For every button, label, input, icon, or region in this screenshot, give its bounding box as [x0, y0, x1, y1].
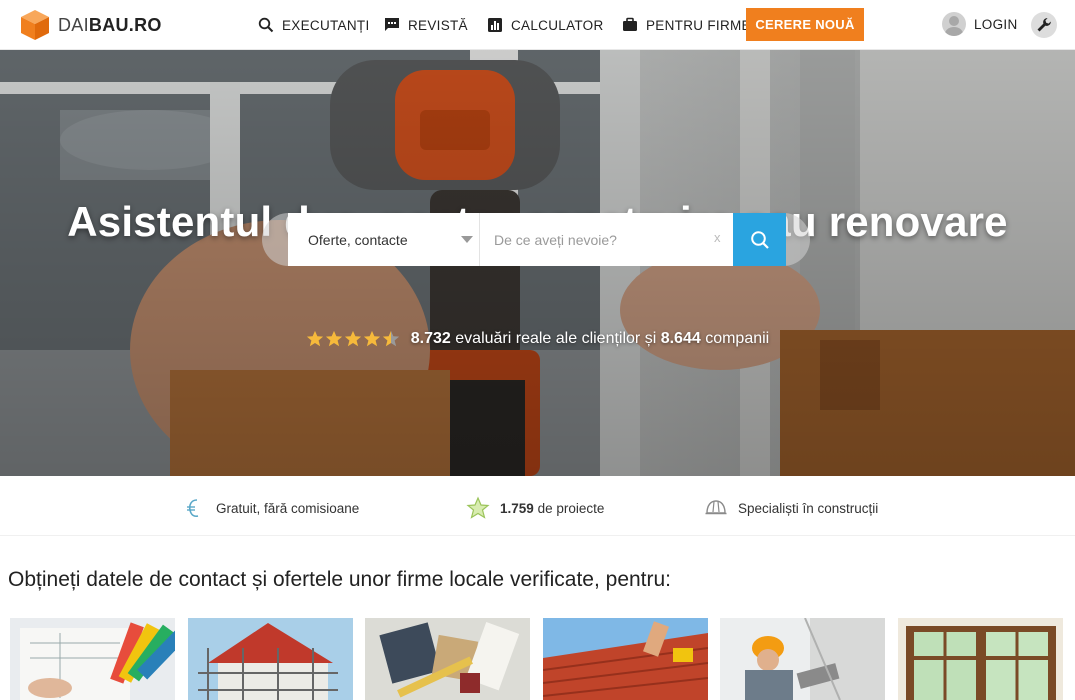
wrench-icon [1037, 18, 1051, 32]
feature-specialists-text: Specialiști în construcții [738, 500, 879, 516]
rating-stars [306, 330, 401, 348]
feature-specialists: Specialiști în construcții [704, 496, 878, 520]
category-card-construction[interactable] [188, 618, 353, 700]
star-half-icon [382, 330, 399, 347]
search-input[interactable] [480, 213, 733, 266]
category-card-windows[interactable] [898, 618, 1063, 700]
nav-pentru-firme[interactable]: PENTRU FIRME [622, 15, 751, 35]
features-strip: Gratuit, fără comisioane 1.759 de proiec… [0, 476, 1075, 536]
nav-calculator[interactable]: CALCULATOR [487, 15, 604, 35]
search-category-select[interactable]: Oferte, contacte [288, 213, 480, 266]
search-button[interactable] [733, 213, 786, 266]
feature-projects-text: 1.759 de proiecte [500, 501, 604, 516]
feature-free: Gratuit, fără comisioane [182, 496, 359, 520]
category-card-design[interactable] [365, 618, 530, 700]
roof-tiles-image [543, 618, 708, 700]
helmet-icon [705, 500, 727, 515]
logo[interactable]: DAIBAU.RO [18, 8, 162, 42]
nav-revista[interactable]: REVISTĂ [384, 15, 468, 35]
bar-chart-icon [488, 18, 502, 32]
feature-projects-label: de proiecte [537, 500, 605, 516]
avatar-icon [942, 12, 966, 36]
logo-text-thin: DAI [58, 14, 89, 35]
rating-summary: 8.732 evaluări reale ale clienților și 8… [0, 330, 1075, 348]
category-card-plans[interactable] [10, 618, 175, 700]
logo-cube-icon [21, 10, 49, 40]
category-card-roof[interactable] [543, 618, 708, 700]
design-tools-image [365, 618, 530, 700]
category-card-plaster[interactable] [720, 618, 885, 700]
feature-projects-count: 1.759 [500, 500, 534, 516]
window-frame-image [898, 618, 1063, 700]
star-icon [344, 330, 361, 347]
section-title: Obțineți datele de contact și ofertele u… [8, 568, 672, 591]
star-icon [325, 330, 342, 347]
category-cards [0, 618, 1075, 700]
briefcase-icon [623, 17, 637, 31]
nav-revista-label: REVISTĂ [408, 17, 468, 33]
companies-count: 8.644 [660, 330, 701, 347]
feature-free-text: Gratuit, fără comisioane [216, 500, 360, 516]
login-label: LOGIN [974, 16, 1018, 32]
nav-pentru-firme-label: PENTRU FIRME [646, 17, 751, 33]
coin-icon [187, 499, 199, 518]
chevron-down-icon [461, 236, 473, 243]
nav-executanti-label: EXECUTANȚI [282, 17, 370, 33]
logo-text: DAIBAU.RO [58, 15, 162, 36]
nav-executanti[interactable]: EXECUTANȚI [258, 15, 370, 35]
chat-icon [385, 18, 399, 31]
reviews-count: 8.732 [410, 330, 451, 347]
login-link[interactable]: LOGIN [942, 12, 1018, 36]
tools-button[interactable] [1031, 12, 1057, 38]
nav-calculator-label: CALCULATOR [511, 17, 604, 33]
feature-projects: 1.759 de proiecte [466, 496, 604, 520]
new-request-button[interactable]: CERERE NOUĂ [746, 8, 864, 41]
plastering-worker-image [720, 618, 885, 700]
search-icon [258, 17, 274, 33]
companies-text: companii [705, 330, 770, 347]
star-icon [363, 330, 380, 347]
top-navbar: DAIBAU.RO EXECUTANȚI REVISTĂ CALCULATOR … [0, 0, 1075, 50]
house-scaffolding-image [188, 618, 353, 700]
search-category-value: Oferte, contacte [308, 231, 408, 248]
clear-search-button[interactable]: x [714, 230, 721, 245]
search-icon [750, 230, 769, 249]
star-icon [466, 496, 490, 519]
star-icon [306, 330, 323, 347]
architecture-plans-image [10, 618, 175, 700]
reviews-text: evaluări reale ale clienților și [455, 330, 657, 347]
logo-text-bold: BAU.RO [88, 14, 162, 35]
